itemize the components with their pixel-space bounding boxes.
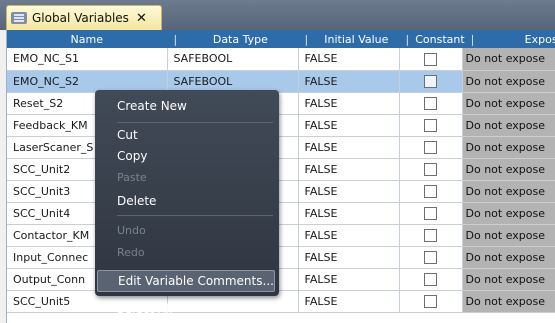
cell-constant: [399, 70, 463, 93]
table-row-selected[interactable]: EMO_NC_S2 SAFEBOOL FALSE Do not expose: [7, 70, 555, 93]
cell-expose[interactable]: Do not expose: [462, 268, 555, 291]
col-header-name[interactable]: Name: [7, 30, 168, 48]
col-header-constant[interactable]: | Constant |: [399, 30, 474, 48]
constant-checkbox[interactable]: [424, 250, 437, 264]
menu-item-select-all[interactable]: Select All: [117, 302, 173, 316]
table-row[interactable]: SCC_Unit4 FALSE Do not expose: [7, 202, 555, 225]
cell-expose[interactable]: Do not expose: [462, 290, 555, 313]
constant-checkbox[interactable]: [424, 206, 437, 220]
tab-global-variables[interactable]: Global Variables ✕: [6, 5, 162, 30]
cell-initial-value[interactable]: FALSE: [298, 48, 400, 71]
variables-table: Name | Data Type | Initial Value | Constant…: [7, 30, 555, 313]
cell-constant: [399, 136, 463, 159]
tab-bar: Global Variables ✕: [0, 0, 555, 30]
table-row[interactable]: SCC_Unit5 FALSE Do not expose: [7, 290, 555, 313]
cell-constant: [399, 202, 463, 225]
cell-constant: [399, 158, 463, 181]
table-row[interactable]: EMO_NC_S1 SAFEBOOL FALSE Do not expose: [7, 48, 555, 71]
constant-checkbox[interactable]: [424, 272, 437, 286]
cell-constant: [399, 180, 463, 203]
table-row[interactable]: SCC_Unit3 FALSE Do not expose: [7, 180, 555, 203]
cell-initial-value[interactable]: FALSE: [298, 290, 400, 313]
constant-checkbox[interactable]: [424, 52, 437, 66]
col-header-initial-value[interactable]: | Initial Value: [298, 30, 400, 48]
cell-initial-value[interactable]: FALSE: [298, 246, 400, 269]
cell-initial-value[interactable]: FALSE: [298, 202, 400, 225]
cell-constant: [399, 290, 463, 313]
cell-expose[interactable]: Do not expose: [462, 136, 555, 159]
cell-data-type[interactable]: SAFEBOOL: [167, 48, 299, 71]
constant-checkbox[interactable]: [424, 140, 437, 154]
table-row[interactable]: Output_Conn FALSE Do not expose: [7, 268, 555, 291]
close-icon[interactable]: ✕: [136, 11, 147, 26]
menu-separator: [117, 122, 273, 123]
cell-expose[interactable]: Do not expose: [462, 158, 555, 181]
cell-expose[interactable]: Do not expose: [462, 224, 555, 247]
global-variables-window: Global Variables ✕ Name | Data Type | Init…: [0, 0, 555, 323]
constant-checkbox[interactable]: [424, 162, 437, 176]
menu-item-delete[interactable]: Delete: [117, 194, 156, 208]
constant-checkbox[interactable]: [424, 184, 437, 198]
table-row[interactable]: Input_Connec FALSE Do not expose: [7, 246, 555, 269]
constant-checkbox[interactable]: [424, 118, 437, 132]
constant-checkbox[interactable]: [424, 74, 437, 88]
cell-constant: [399, 268, 463, 291]
header-row: Name | Data Type | Initial Value | Constant…: [7, 30, 555, 48]
table-row[interactable]: Contactor_KM FALSE Do not expose: [7, 224, 555, 247]
constant-checkbox[interactable]: [424, 294, 437, 308]
cell-expose[interactable]: Do not expose: [462, 48, 555, 71]
cell-initial-value[interactable]: FALSE: [298, 114, 400, 137]
cell-expose[interactable]: Do not expose: [462, 70, 555, 93]
cell-name[interactable]: EMO_NC_S2: [7, 70, 168, 93]
cell-constant: [399, 48, 463, 71]
menu-item-undo: Undo: [117, 224, 146, 237]
cell-constant: [399, 114, 463, 137]
menu-item-edit-variable-comments[interactable]: Edit Variable Comments...: [97, 270, 275, 292]
menu-separator: [117, 215, 273, 216]
cell-data-type[interactable]: SAFEBOOL: [167, 70, 299, 93]
cell-constant: [399, 224, 463, 247]
cell-initial-value[interactable]: FALSE: [298, 268, 400, 291]
cell-constant: [399, 92, 463, 115]
cell-initial-value[interactable]: FALSE: [298, 136, 400, 159]
menu-item-copy[interactable]: Copy: [117, 149, 147, 163]
cell-expose[interactable]: Do not expose: [462, 202, 555, 225]
menu-item-redo: Redo: [117, 246, 145, 259]
variables-table-icon: [11, 12, 27, 24]
cell-expose[interactable]: Do not expose: [462, 180, 555, 203]
table-row[interactable]: SCC_Unit2 FALSE Do not expose: [7, 158, 555, 181]
cell-initial-value[interactable]: FALSE: [298, 158, 400, 181]
cell-constant: [399, 246, 463, 269]
table-row[interactable]: LaserScaner_S FALSE Do not expose: [7, 136, 555, 159]
constant-checkbox[interactable]: [424, 96, 437, 110]
cell-initial-value[interactable]: FALSE: [298, 224, 400, 247]
cell-name[interactable]: EMO_NC_S1: [7, 48, 168, 71]
variables-grid: Name | Data Type | Initial Value | Constant…: [6, 30, 555, 323]
cell-expose[interactable]: Do not expose: [462, 92, 555, 115]
menu-item-paste: Paste: [117, 171, 147, 184]
cell-initial-value[interactable]: FALSE: [298, 180, 400, 203]
menu-item-create-new[interactable]: Create New: [117, 99, 187, 113]
cell-initial-value[interactable]: FALSE: [298, 70, 400, 93]
cell-expose[interactable]: Do not expose: [462, 114, 555, 137]
table-row[interactable]: Reset_S2 FALSE Do not expose: [7, 92, 555, 115]
col-header-expose[interactable]: Expose: [462, 30, 555, 48]
constant-checkbox[interactable]: [424, 228, 437, 242]
context-menu: Create New Cut Copy Paste Delete Undo Re…: [95, 90, 279, 296]
cell-expose[interactable]: Do not expose: [462, 246, 555, 269]
tab-title: Global Variables: [32, 11, 129, 25]
cell-initial-value[interactable]: FALSE: [298, 92, 400, 115]
menu-item-cut[interactable]: Cut: [117, 128, 138, 142]
table-row[interactable]: Feedback_KM FALSE Do not expose: [7, 114, 555, 137]
col-header-data-type[interactable]: | Data Type: [167, 30, 299, 48]
